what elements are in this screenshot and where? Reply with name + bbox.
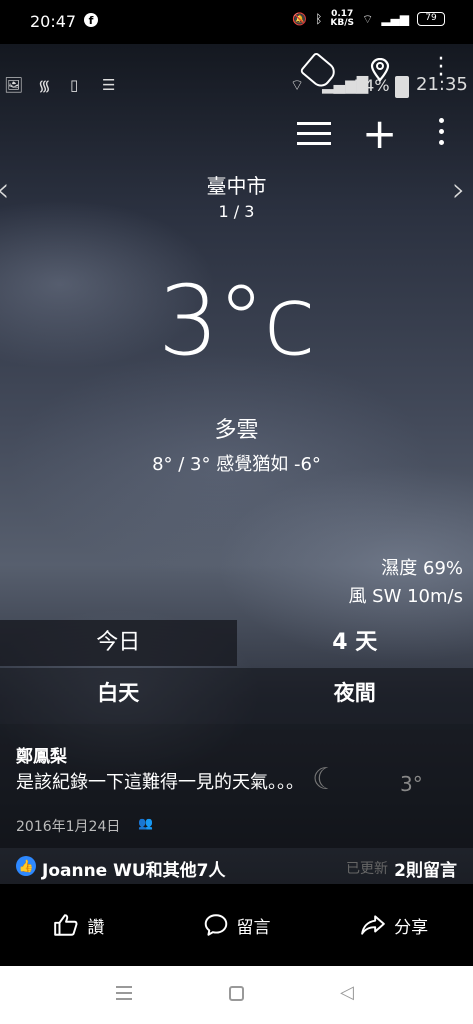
inner-battery-icon xyxy=(395,76,409,98)
plus-icon: + xyxy=(362,109,398,158)
inner-status-bar: 🖼 ᯾ ▯ ☰ ⌔ ▂▄▆█ 74% 21:35 xyxy=(0,70,473,104)
database-icon: ☰ xyxy=(102,76,116,94)
forecast-tabs: 今日 4 天 xyxy=(0,620,473,666)
humidity: 濕度 69% xyxy=(381,558,463,579)
tab-today: 今日 xyxy=(0,620,237,666)
updated-label: 已更新 xyxy=(346,861,388,877)
hi-lo-feels-like: 8° / 3° 感覺猶如 -6° xyxy=(152,454,321,475)
share-label: 分享 xyxy=(394,917,429,938)
post-photo[interactable]: 🖼 ᯾ ▯ ☰ ⌔ ▂▄▆█ 74% 21:35 ··· + ‹ › 臺中市 1… xyxy=(0,44,473,884)
tab-4-days: 4 天 xyxy=(332,630,378,655)
moon-icon: ☾ xyxy=(312,762,339,797)
comments-count[interactable]: 2則留言 xyxy=(394,856,457,881)
battery-icon: 79 xyxy=(417,12,445,26)
location-pin-icon[interactable] xyxy=(370,58,390,82)
back-button[interactable]: ◁ xyxy=(340,982,354,1003)
thumbs-up-icon xyxy=(54,914,78,936)
status-indicators: 🔕 ᛒ 0.17 KB/S ⌔ ▂▄▆ 79 xyxy=(292,10,445,28)
inner-wifi-icon-right: ⌔ xyxy=(290,76,305,94)
page-indicator: 1 / 3 xyxy=(218,202,255,221)
reactions-summary[interactable]: Joanne WU和其他7人 xyxy=(42,856,226,881)
tab-daytime: 白天 xyxy=(97,681,140,705)
wind: 風 SW 10m/s xyxy=(348,586,463,607)
tab-night: 夜間 xyxy=(333,681,376,705)
list-icon xyxy=(297,122,331,148)
share-icon xyxy=(361,915,385,935)
forecast-temp: 3° xyxy=(400,772,423,796)
bluetooth-icon: ᛒ xyxy=(315,12,323,26)
gallery-icon: 🖼 xyxy=(4,76,24,94)
post-actions: 讚 留言 分享 xyxy=(0,884,473,966)
kebab-icon xyxy=(438,118,446,151)
comment-button[interactable]: 留言 xyxy=(158,884,316,966)
post-message: 是該紀錄一下這難得一見的天氣。。。 xyxy=(16,772,304,793)
mute-icon: 🔕 xyxy=(292,12,308,26)
facebook-notification-icon: f xyxy=(84,13,98,27)
weather-condition: 多雲 xyxy=(214,418,259,443)
home-button[interactable] xyxy=(229,986,244,1001)
network-speed: 0.17 KB/S xyxy=(330,10,354,28)
wifi-icon: ⌔ xyxy=(362,11,374,26)
share-button[interactable]: 分享 xyxy=(315,884,473,966)
phone-status-bar: 20:47 f 🔕 ᛒ 0.17 KB/S ⌔ ▂▄▆ 79 xyxy=(0,0,473,44)
recent-apps-button[interactable] xyxy=(116,986,132,1004)
phone-icon: ▯ xyxy=(70,76,79,94)
signal-icon: ▂▄▆ xyxy=(381,12,409,26)
current-temperature: 3°c xyxy=(158,265,316,377)
post-date[interactable]: 2016年1月24日 xyxy=(16,816,120,836)
status-time: 20:47 xyxy=(30,12,77,31)
photo-more-icon[interactable]: · · · xyxy=(436,49,446,87)
friends-audience-icon: 👥 xyxy=(138,816,153,830)
reactions-row: 👍 Joanne WU和其他7人 已更新 2則留言 xyxy=(0,848,473,884)
like-button[interactable]: 讚 xyxy=(0,884,158,966)
comment-label: 留言 xyxy=(236,917,271,938)
post-author[interactable]: 鄭鳳梨 xyxy=(16,742,67,767)
like-label: 讚 xyxy=(87,917,105,938)
post-caption: ☾ 3° 鄭鳳梨 是該紀錄一下這難得一見的天氣。。。 2016年1月24日 👥 xyxy=(0,724,473,848)
system-nav-bar: ◁ xyxy=(0,966,473,1024)
day-night-tabs: 白天 夜間 xyxy=(0,668,473,724)
like-badge-icon: 👍 xyxy=(16,856,36,876)
inner-wifi-icon: ᯾ xyxy=(38,77,51,95)
city-name: 臺中市 xyxy=(206,174,267,198)
speed-unit: KB/S xyxy=(330,18,355,28)
comment-icon xyxy=(204,914,227,936)
